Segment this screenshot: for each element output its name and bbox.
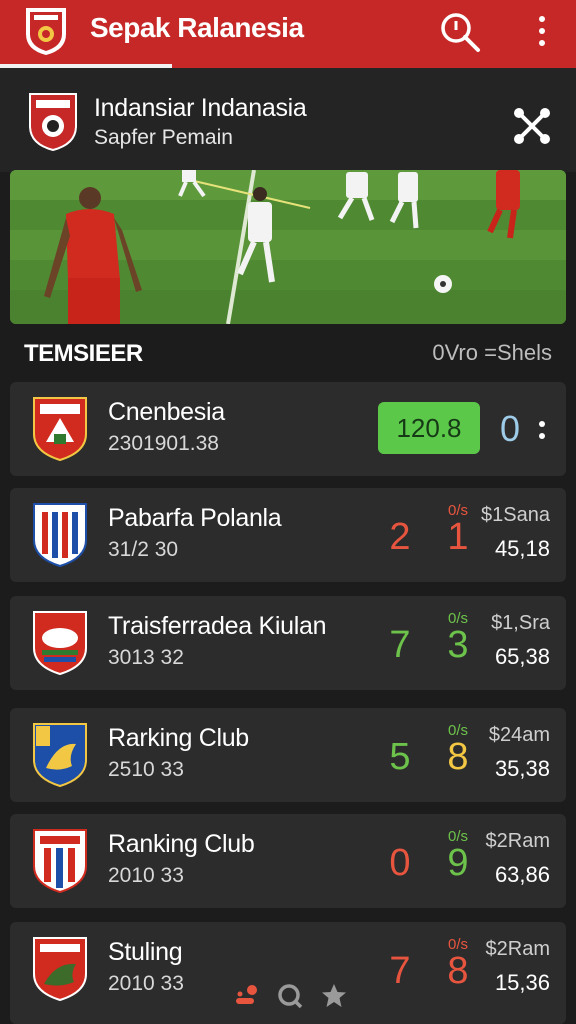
team-price: $2Ram (485, 938, 550, 960)
team-value: 65,38 (494, 644, 550, 669)
app-top-bar: Sepak Ralanesia (0, 0, 576, 68)
team-price: $1Sana (481, 504, 550, 526)
kebab-icon[interactable] (538, 420, 546, 442)
featured-team-subtitle: Sapfer Pemain (94, 126, 233, 149)
team-crest-icon (33, 503, 87, 568)
more-vertical-icon[interactable] (530, 14, 554, 48)
team-score: 0 (500, 408, 521, 449)
stat-primary: 0 (389, 842, 411, 884)
team-value: 35,38 (494, 756, 550, 781)
team-meta: 3013 32 (108, 646, 184, 669)
team-name: Stuling (108, 938, 183, 966)
featured-crest-icon (29, 93, 77, 152)
stat-secondary: 9 (447, 842, 469, 884)
team-card[interactable]: Cnenbesia 2301901.38 120.8 0 (10, 382, 566, 476)
share-icon[interactable] (510, 104, 554, 148)
stat-primary: 7 (389, 624, 411, 666)
team-meta: 2010 33 (108, 864, 184, 887)
team-value: 63,86 (494, 862, 550, 887)
team-value: 15,36 (494, 970, 550, 995)
team-price: $2Ram (485, 830, 550, 852)
team-crest-icon (33, 397, 87, 462)
stat-secondary: 8 (447, 736, 469, 778)
featured-team-name: Indansiar Indanasia (94, 94, 307, 122)
nav-star-icon[interactable] (320, 982, 348, 1010)
team-name: Rarking Club (108, 724, 249, 752)
stat-primary: 7 (389, 950, 411, 992)
team-meta: 31/2 30 (108, 538, 179, 561)
team-price: $1,Sra (491, 612, 550, 634)
team-name: Traisferradea Kiulan (108, 612, 327, 640)
nav-home-icon[interactable] (232, 982, 260, 1010)
team-card[interactable]: Traisferradea Kiulan 3013 32 7 0/s 3 $1,… (10, 596, 566, 690)
section-title: TEMSIEER (24, 340, 143, 367)
team-value: 45,18 (494, 536, 550, 561)
team-name: Ranking Club (108, 830, 255, 858)
stat-primary: 5 (389, 736, 411, 778)
team-crest-icon (33, 611, 87, 676)
team-card[interactable]: Rarking Club 2510 33 5 0/s 8 $24am 35,38 (10, 708, 566, 802)
nav-search-icon[interactable] (276, 982, 304, 1010)
team-card[interactable]: Pabarfa Polanla 31/2 30 2 0/s 1 $1Sana 4… (10, 488, 566, 582)
stat-secondary: 3 (447, 624, 469, 666)
app-title: Sepak Ralanesia (90, 12, 304, 43)
app-logo-icon (26, 8, 66, 55)
stat-secondary: 8 (447, 950, 469, 992)
team-meta: 2510 33 (108, 758, 184, 781)
team-crest-icon (33, 937, 87, 1002)
odds-pill[interactable]: 120.8 (378, 402, 480, 454)
team-card[interactable]: Ranking Club 2010 33 0 0/s 9 $2Ram 63,86 (10, 814, 566, 908)
team-crest-icon (33, 723, 87, 788)
stat-primary: 2 (389, 516, 411, 558)
team-name: Pabarfa Polanla (108, 504, 282, 532)
search-icon[interactable] (438, 10, 482, 54)
stat-secondary: 1 (447, 516, 469, 558)
team-meta: 2010 33 (108, 972, 184, 995)
section-filter-link[interactable]: 0Vro =Shels (432, 340, 552, 366)
team-name: Cnenbesia (108, 398, 225, 426)
match-photo (10, 170, 566, 324)
team-crest-icon (33, 829, 87, 894)
team-price: $24am (488, 724, 550, 746)
featured-team-header[interactable]: Indansiar Indanasia Sapfer Pemain (0, 68, 576, 172)
team-meta: 2301901.38 (108, 432, 219, 455)
